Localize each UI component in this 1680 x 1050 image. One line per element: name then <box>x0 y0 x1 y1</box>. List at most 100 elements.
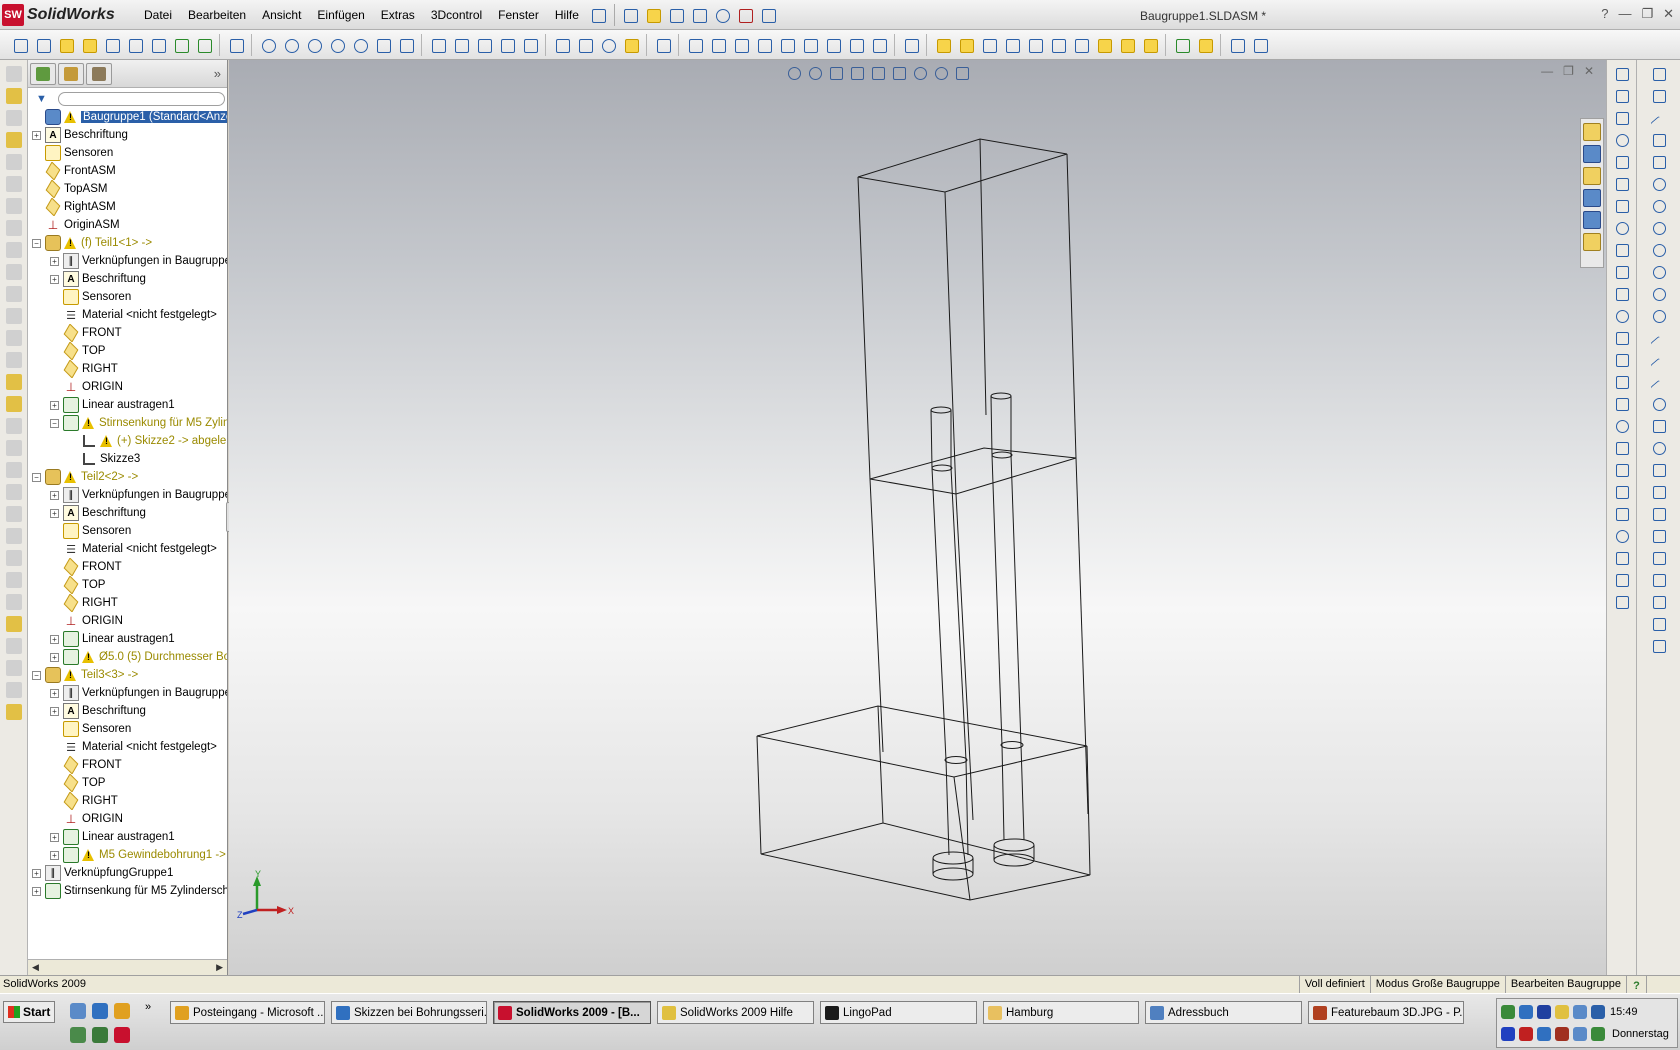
wireframe-icon[interactable] <box>428 35 448 55</box>
undo-icon[interactable] <box>712 5 732 25</box>
expand-icon[interactable]: + <box>32 868 41 878</box>
custom-properties-icon[interactable] <box>1583 233 1601 251</box>
tree-node[interactable]: ☰ Material <nicht festgelegt> <box>28 306 227 324</box>
tree-node[interactable]: TOP <box>28 774 227 792</box>
expand-icon[interactable]: + <box>50 400 59 410</box>
toolbar-button-icon[interactable] <box>1614 242 1630 258</box>
view-left-icon[interactable] <box>731 35 751 55</box>
line-icon[interactable] <box>1651 110 1667 126</box>
toolbar-button-icon[interactable] <box>5 154 22 170</box>
tree-node[interactable]: + A Beschriftung <box>28 702 227 720</box>
view-orientation-icon[interactable] <box>869 64 887 82</box>
browser-icon[interactable] <box>92 1003 108 1019</box>
tree-node[interactable]: + ∥ Verknüpfungen in Baugruppe <box>28 684 227 702</box>
menu-datei[interactable]: Datei <box>136 8 180 22</box>
tree-node[interactable]: Sensoren <box>28 522 227 540</box>
tree-node[interactable]: + Linear austragen1 <box>28 828 227 846</box>
view-top-icon[interactable] <box>777 35 797 55</box>
tray-app-icon[interactable] <box>1519 1027 1533 1041</box>
tree-node[interactable]: ⊥ ORIGIN <box>28 378 227 396</box>
view-dimetric-icon[interactable] <box>869 35 889 55</box>
point-icon[interactable] <box>1651 396 1667 412</box>
tree-node[interactable]: FRONT <box>28 558 227 576</box>
polygon-icon[interactable] <box>1651 154 1667 170</box>
relations-icon[interactable] <box>1651 572 1667 588</box>
spline-icon[interactable] <box>1651 374 1667 390</box>
tangent-arc-icon[interactable] <box>1651 242 1667 258</box>
toolbar-button-icon[interactable] <box>5 242 22 258</box>
clock[interactable]: 15:49 <box>1610 1006 1638 1018</box>
select-icon[interactable] <box>226 35 246 55</box>
tree-node[interactable]: ☰ Material <nicht festgelegt> <box>28 738 227 756</box>
taskbar-button[interactable]: SolidWorks 2009 - [B... <box>493 1001 651 1024</box>
toolbar-button-icon[interactable] <box>5 440 22 456</box>
toolbar-button-icon[interactable] <box>1614 220 1630 236</box>
tree-node[interactable]: + ∥ Verknüpfungen in Baugruppe <box>28 252 227 270</box>
sketch-icon[interactable] <box>1651 66 1667 82</box>
scroll-right-icon[interactable]: ▶ <box>216 962 223 973</box>
shaded-edges-icon[interactable] <box>497 35 517 55</box>
app-launch-icon[interactable] <box>92 1027 108 1043</box>
zoom-selection-icon[interactable] <box>327 35 347 55</box>
toolbar-button-icon[interactable] <box>1614 198 1630 214</box>
toolbar-button-icon[interactable] <box>5 286 22 302</box>
quick-launch-overflow-icon[interactable]: » <box>145 1001 151 1013</box>
home-icon[interactable] <box>1583 123 1601 141</box>
arc-icon[interactable] <box>1651 220 1667 236</box>
toolbar-button-icon[interactable] <box>1614 264 1630 280</box>
tree-node[interactable]: + Linear austragen1 <box>28 396 227 414</box>
offset-icon[interactable] <box>1651 462 1667 478</box>
tree-node[interactable]: RIGHT <box>28 360 227 378</box>
graphics-area[interactable]: — ❐ ✕ Y X Z <box>229 60 1606 975</box>
toolbar-button-icon[interactable] <box>5 88 22 104</box>
tree-node[interactable]: + A Beschriftung <box>28 504 227 522</box>
rotate-view-icon[interactable] <box>350 35 370 55</box>
expand-panel-button[interactable]: » <box>214 66 221 81</box>
toolbar-button-icon[interactable] <box>5 176 22 192</box>
file-explorer-icon[interactable] <box>1583 167 1601 185</box>
menu-hilfe[interactable]: Hilfe <box>547 8 587 22</box>
tree-node[interactable]: + A Beschriftung <box>28 270 227 288</box>
taskbar-button[interactable]: Featurebaum 3D.JPG - P... <box>1308 1001 1464 1024</box>
select-filter-icon[interactable] <box>901 35 921 55</box>
three-point-arc-icon[interactable] <box>1651 264 1667 280</box>
toolbar-button-icon[interactable] <box>1614 528 1630 544</box>
tray-app-icon[interactable] <box>1555 1005 1569 1019</box>
toolbar-button-icon[interactable] <box>5 330 22 346</box>
toolbar-button-icon[interactable] <box>1614 110 1630 126</box>
zoom-fit-icon[interactable] <box>258 35 278 55</box>
tree-node[interactable]: + A Beschriftung <box>28 126 227 144</box>
toolbar-button-icon[interactable] <box>5 594 22 610</box>
tray-app-icon[interactable] <box>1519 1005 1533 1019</box>
toolbar-button-icon[interactable] <box>5 506 22 522</box>
tree-node[interactable]: + ∥ Verknüpfungen in Baugruppe <box>28 486 227 504</box>
mate-icon[interactable] <box>102 35 122 55</box>
tree-node[interactable]: ⊥ ORIGIN <box>28 612 227 630</box>
toolbar-button-icon[interactable] <box>1614 66 1630 82</box>
move-entities-icon[interactable] <box>1651 528 1667 544</box>
toolbar-button-icon[interactable] <box>1614 132 1630 148</box>
expand-icon[interactable]: + <box>50 490 59 500</box>
toolbar-button-icon[interactable] <box>1614 286 1630 302</box>
toolbar-button-icon[interactable] <box>5 132 22 148</box>
folder-icon[interactable] <box>56 35 76 55</box>
assembly-feature-icon[interactable] <box>1117 35 1137 55</box>
pan-icon[interactable] <box>373 35 393 55</box>
hide-show-items-icon[interactable] <box>911 64 929 82</box>
minimize-button[interactable]: — <box>1618 6 1631 22</box>
tree-node[interactable]: + M5 Gewindebohrung1 -> <box>28 846 227 864</box>
toolbar-button-icon[interactable] <box>1614 88 1630 104</box>
rebuild-status-icon[interactable] <box>1646 976 1680 994</box>
tree-node[interactable]: FRONT <box>28 324 227 342</box>
ellipse-icon[interactable] <box>1651 286 1667 302</box>
insert-component-icon[interactable] <box>33 35 53 55</box>
collapse-icon[interactable]: − <box>50 418 59 428</box>
taskbar-button[interactable]: LingoPad <box>820 1001 977 1024</box>
sustainability-icon[interactable] <box>1172 35 1192 55</box>
tree-node[interactable]: RIGHT <box>28 792 227 810</box>
view-isometric-icon[interactable] <box>823 35 843 55</box>
tree-node[interactable]: ⊥ OriginASM <box>28 216 227 234</box>
view-bottom-icon[interactable] <box>800 35 820 55</box>
toolbar-button-icon[interactable] <box>1614 352 1630 368</box>
options-icon[interactable] <box>758 5 778 25</box>
